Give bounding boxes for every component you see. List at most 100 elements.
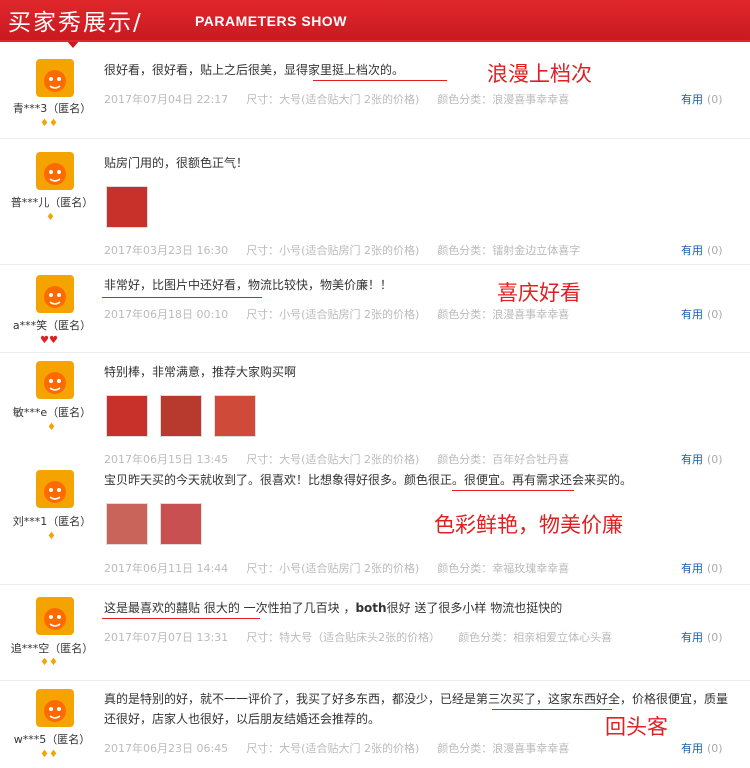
useful-label[interactable]: 有用 [681,308,703,321]
mascot-icon [44,481,66,503]
review-text-part: both [355,601,387,615]
review-meta: 2017年06月18日 00:10 尺寸：小号(适合贴房门 2张的价格) 颜色分类：… [104,306,587,322]
highlight-underline [492,709,612,710]
reviewer-name: w***5（匿名） [13,733,91,746]
level-badge: ♦ [47,422,56,433]
reviewer-name: 追***空（匿名） [10,642,94,655]
review-photo[interactable] [106,186,148,228]
review-size: 尺寸：小号(适合贴房门 2张的价格) [246,308,420,321]
divider [0,584,750,585]
review-size: 尺寸：大号(适合贴大门 2张的价格) [246,93,420,106]
useful-count: (0) [707,562,723,575]
review-color: 颜色分类：百年好合牡丹喜 [437,453,570,466]
section-header: 买家秀展示/ PARAMETERS SHOW [0,0,750,48]
mascot-icon [44,608,66,630]
highlight-underline [102,618,260,619]
mascot-icon [44,286,66,308]
review-meta: 2017年07月04日 22:17 尺寸：大号(适合贴大门 2张的价格) 颜色分类：… [104,91,587,107]
annotation: 回头客 [605,715,668,739]
review-meta: 2017年06月23日 06:45 尺寸：大号(适合贴大门 2张的价格) 颜色分类：… [104,740,587,756]
reviewer-name: 青***3（匿名） [12,102,92,115]
level-badge: ♦♦ [40,657,58,668]
annotation: 色彩鲜艳，物美价廉 [434,513,623,537]
reviewer-name: 刘***1（匿名） [12,515,92,528]
reviewer-name: 普***儿（匿名） [10,196,94,209]
highlight-underline [452,490,574,491]
review-photo[interactable] [106,395,148,437]
review-text: 特别棒，非常满意，推荐大家购买啊 [104,365,297,379]
review-photo[interactable] [214,395,256,437]
review-meta: 2017年03月23日 16:30 尺寸：小号(适合贴房门 2张的价格) 颜色分类：… [104,242,598,258]
reviewer-name: a***笑（匿名） [12,319,92,332]
review-color: 颜色分类：浪漫喜事幸幸喜 [437,93,570,106]
mascot-icon [44,163,66,185]
useful-button[interactable]: 有用 (0) [681,242,723,258]
review-photo[interactable] [160,503,202,545]
review-text: 非常好，比图片中还好看，物流比较快，物美价廉！！ [104,278,393,292]
divider [0,352,750,353]
avatar [36,275,74,313]
review-color: 颜色分类：浪漫喜事幸幸喜 [437,742,570,755]
review-color: 颜色分类：幸福玫瑰幸幸喜 [437,562,570,575]
review-color: 颜色分类：浪漫喜事幸幸喜 [437,308,570,321]
review-color: 颜色分类：相亲相爱立体心头喜 [458,631,613,644]
review-date: 2017年06月18日 00:10 [104,308,229,321]
useful-label[interactable]: 有用 [681,562,703,575]
review-text: 宝贝昨天买的今天就收到了。很喜欢！比想象得好很多。颜色很正。很便宜。再有需求还会… [104,473,633,487]
review-meta: 2017年06月11日 14:44 尺寸：小号(适合贴房门 2张的价格) 颜色分类：… [104,560,587,576]
useful-label[interactable]: 有用 [681,244,703,257]
review-date: 2017年06月23日 06:45 [104,742,229,755]
highlight-underline [313,80,447,81]
review-text-part: 这是最喜欢的囍贴 很大的 [104,601,240,615]
mascot-icon [44,372,66,394]
avatar [36,470,74,508]
useful-label[interactable]: 有用 [681,631,703,644]
review-meta: 2017年07月07日 13:31 尺寸：特大号（适合贴床头2张的价格） 颜色分类：… [104,629,630,645]
avatar [36,361,74,399]
annotation: 喜庆好看 [497,281,581,305]
review-size: 尺寸：大号(适合贴大门 2张的价格) [246,742,420,755]
useful-count: (0) [707,631,723,644]
review-date: 2017年06月15日 13:45 [104,453,229,466]
review-photo[interactable] [160,395,202,437]
reviewer-name: 敏***e（匿名） [12,406,92,419]
useful-button[interactable]: 有用 (0) [681,306,723,322]
header-title-en: PARAMETERS SHOW [195,13,347,29]
divider [0,680,750,681]
useful-label[interactable]: 有用 [681,742,703,755]
useful-button[interactable]: 有用 (0) [681,91,723,107]
useful-label[interactable]: 有用 [681,453,703,466]
review-text-part: 一次性拍了几百块 ， [239,601,356,615]
avatar [36,689,74,727]
avatar [36,597,74,635]
useful-button[interactable]: 有用 (0) [681,740,723,756]
useful-count: (0) [707,244,723,257]
review-date: 2017年07月07日 13:31 [104,631,229,644]
useful-count: (0) [707,742,723,755]
level-badge: ♦ [46,212,55,223]
useful-button[interactable]: 有用 (0) [681,451,723,467]
review-size: 尺寸：小号(适合贴房门 2张的价格) [246,562,420,575]
review-color: 颜色分类：镭射金边立体喜字 [437,244,581,257]
useful-button[interactable]: 有用 (0) [681,629,723,645]
review-text: 很好看，很好看，贴上之后很美，显得家里挺上档次的。 [104,63,405,77]
review-size: 尺寸：小号(适合贴房门 2张的价格) [246,244,420,257]
divider [0,264,750,265]
useful-button[interactable]: 有用 (0) [681,560,723,576]
review-text: 贴房门用的，很额色正气！ [104,156,249,170]
review-photo[interactable] [106,503,148,545]
avatar [36,59,74,97]
review-date: 2017年03月23日 16:30 [104,244,229,257]
review-size: 尺寸：大号(适合贴大门 2张的价格) [246,453,420,466]
mascot-icon [44,700,66,722]
useful-label[interactable]: 有用 [681,93,703,106]
highlight-underline [102,297,262,298]
header-title-zh: 买家秀展示/ [8,10,143,36]
review-size: 尺寸：特大号（适合贴床头2张的价格） [246,631,441,644]
review-date: 2017年06月11日 14:44 [104,562,229,575]
level-badge: ♦♦ [40,749,58,760]
review-text-part: 很好 送了很多小样 物流也挺快的 [386,601,563,615]
level-badge: ♥♥ [40,335,58,346]
useful-count: (0) [707,453,723,466]
annotation: 浪漫上档次 [487,62,592,86]
